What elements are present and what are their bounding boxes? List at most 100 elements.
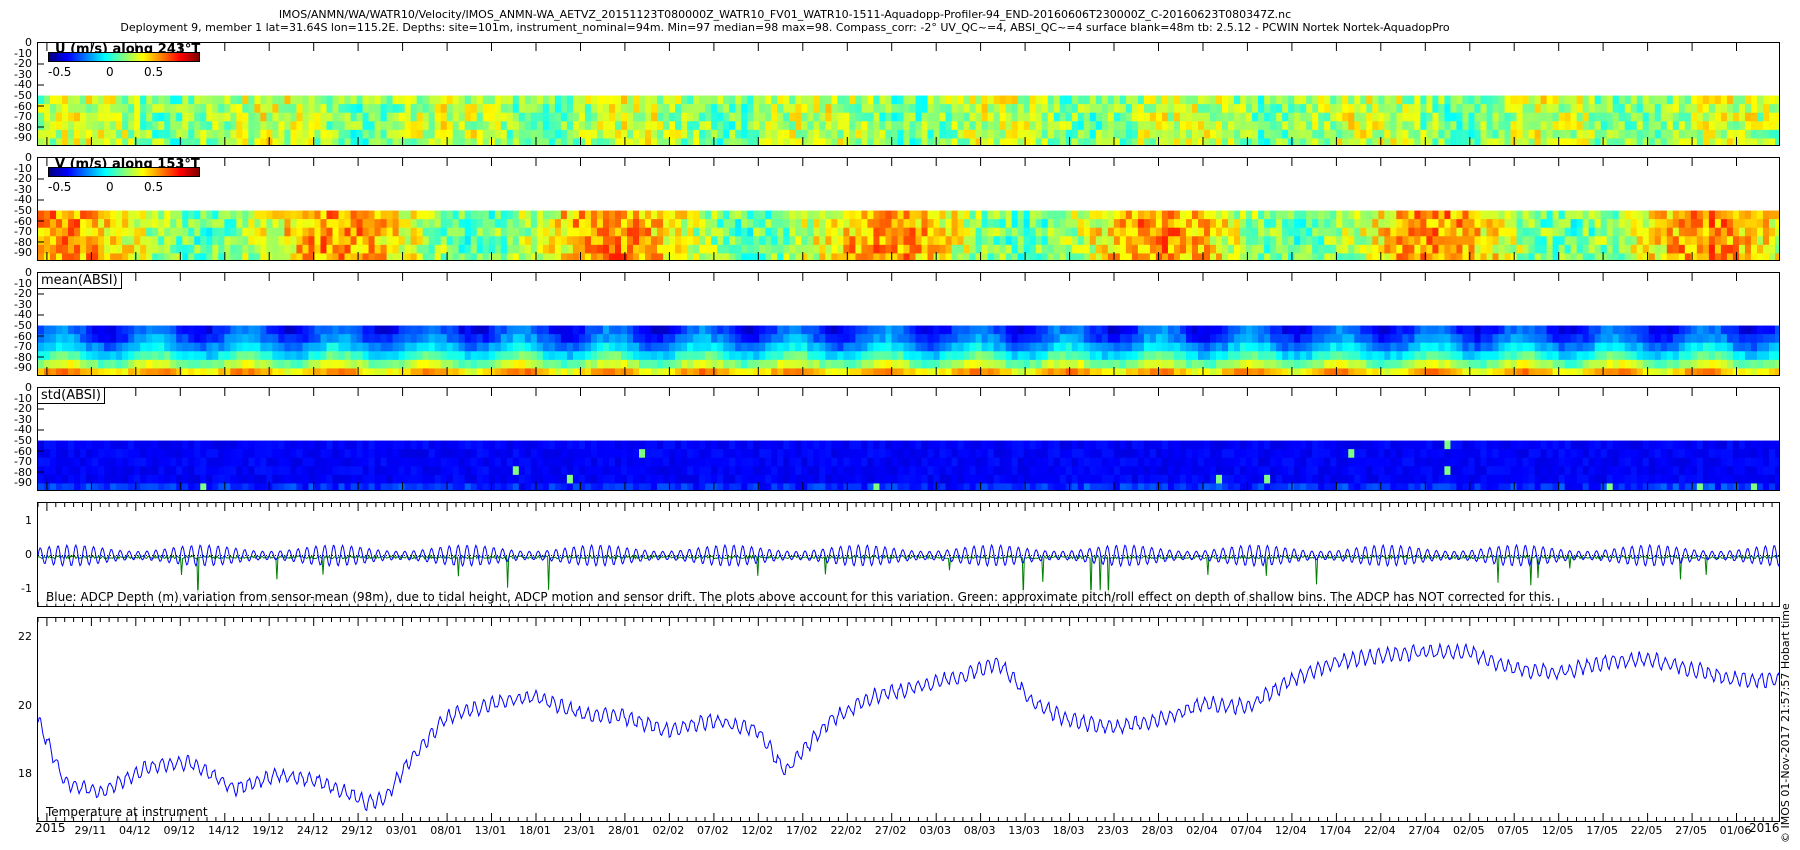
v-velocity-cell xyxy=(1534,227,1542,237)
mean-absi-cell xyxy=(290,368,298,375)
u-velocity-cell xyxy=(1624,138,1632,145)
mean-absi-cell xyxy=(1107,351,1115,361)
u-velocity-cell xyxy=(1570,121,1578,131)
u-velocity-cell xyxy=(675,104,682,114)
u-velocity-cell xyxy=(669,129,676,140)
v-velocity-cell xyxy=(909,253,917,260)
v-velocity-cell xyxy=(488,219,496,229)
u-velocity-cell xyxy=(218,129,225,140)
u-velocity-cell xyxy=(885,121,893,131)
v-velocity-cell xyxy=(1594,219,1602,229)
v-velocity-cell xyxy=(1252,244,1259,255)
u-velocity-cell xyxy=(1456,112,1464,122)
u-velocity-cell xyxy=(657,112,664,122)
v-velocity-cell xyxy=(1149,210,1157,220)
u-velocity-cell xyxy=(1366,121,1373,131)
mean-absi-cell xyxy=(1252,359,1259,370)
u-velocity-cell xyxy=(1095,95,1103,105)
mean-absi-cell xyxy=(1179,325,1187,335)
v-velocity-cell xyxy=(1083,253,1091,260)
mean-absi-cell xyxy=(1053,368,1061,375)
v-velocity-cell xyxy=(614,227,622,237)
u-velocity-cell xyxy=(386,121,394,131)
v-velocity-cell xyxy=(729,210,736,220)
mean-absi-cell xyxy=(669,325,676,335)
u-velocity-cell xyxy=(1354,138,1361,145)
mean-absi-cell xyxy=(422,351,430,361)
u-velocity-cell xyxy=(200,112,207,122)
v-velocity-cell xyxy=(1684,219,1692,229)
v-velocity-cell xyxy=(903,244,911,255)
v-velocity-cell xyxy=(1384,253,1391,260)
v-velocity-cell xyxy=(933,253,941,260)
u-velocity-cell xyxy=(578,138,586,145)
mean-absi-cell xyxy=(248,351,255,361)
mean-absi-cell xyxy=(1276,351,1283,361)
u-velocity-cell xyxy=(645,95,652,105)
mean-absi-cell xyxy=(608,359,616,370)
v-velocity-cell xyxy=(1600,219,1608,229)
mean-depth-axis: 0 -10 -20 -30 -40 -50 -60 -70 -80 -90 xyxy=(0,267,35,373)
u-velocity-cell xyxy=(1642,121,1650,131)
u-velocity-cell xyxy=(1498,121,1506,131)
u-velocity-cell xyxy=(1161,121,1169,131)
v-velocity-cell xyxy=(1204,227,1211,237)
v-velocity-cell xyxy=(1540,227,1548,237)
u-velocity-cell xyxy=(1738,112,1746,122)
u-velocity-cell xyxy=(368,95,376,105)
v-velocity-cell xyxy=(1342,244,1349,255)
mean-absi-cell xyxy=(867,359,875,370)
u-colorbar-tick: 0 xyxy=(106,65,114,79)
v-velocity-cell xyxy=(140,210,147,220)
v-velocity-cell xyxy=(705,244,712,255)
u-velocity-cell xyxy=(1023,95,1031,105)
u-velocity-cell xyxy=(1414,112,1421,122)
v-velocity-cell xyxy=(897,227,905,237)
mean-absi-cell xyxy=(440,334,448,344)
v-velocity-cell xyxy=(248,236,255,246)
u-velocity-cell xyxy=(320,104,328,114)
u-velocity-cell xyxy=(230,95,237,105)
u-velocity-cell xyxy=(560,121,568,131)
mean-absi-cell xyxy=(218,351,225,361)
u-velocity-cell xyxy=(1402,104,1409,114)
v-velocity-cell xyxy=(428,227,436,237)
u-velocity-cell xyxy=(602,112,610,122)
u-velocity-cell xyxy=(1336,104,1343,114)
v-velocity-cell xyxy=(164,227,171,237)
v-velocity-cell xyxy=(639,219,646,229)
mean-absi-cell xyxy=(470,334,478,344)
u-velocity-cell xyxy=(572,104,580,114)
v-velocity-cell xyxy=(909,236,917,246)
v-velocity-cell xyxy=(1774,253,1779,260)
v-colorbar xyxy=(48,167,200,177)
mean-absi-cell xyxy=(801,351,808,361)
u-velocity-cell xyxy=(1714,121,1722,131)
v-velocity-cell xyxy=(1384,219,1391,229)
v-velocity-cell xyxy=(374,253,382,260)
u-velocity-cell xyxy=(1011,112,1019,122)
mean-absi-cell xyxy=(338,351,346,361)
u-velocity-cell xyxy=(759,129,766,140)
u-velocity-cell xyxy=(1600,95,1608,105)
u-velocity-cell xyxy=(194,121,201,131)
u-velocity-cell xyxy=(1774,112,1779,122)
mean-absi-cell xyxy=(1252,368,1259,375)
v-velocity-cell xyxy=(1684,244,1692,255)
mean-absi-cell xyxy=(338,325,346,335)
mean-absi-cell xyxy=(38,359,45,370)
v-velocity-cell xyxy=(338,227,346,237)
v-velocity-cell xyxy=(699,236,706,246)
u-velocity-cell xyxy=(1270,138,1277,145)
mean-absi-cell xyxy=(284,325,292,335)
v-velocity-cell xyxy=(879,227,887,237)
v-velocity-cell xyxy=(1360,210,1367,220)
v-velocity-cell xyxy=(578,244,586,255)
v-velocity-cell xyxy=(254,253,261,260)
v-velocity-cell xyxy=(170,219,177,229)
mean-absi-cell xyxy=(855,368,863,375)
v-velocity-cell xyxy=(1564,236,1572,246)
mean-absi-cell xyxy=(843,325,850,335)
mean-absi-cell xyxy=(518,359,526,370)
v-velocity-cell xyxy=(873,219,881,229)
